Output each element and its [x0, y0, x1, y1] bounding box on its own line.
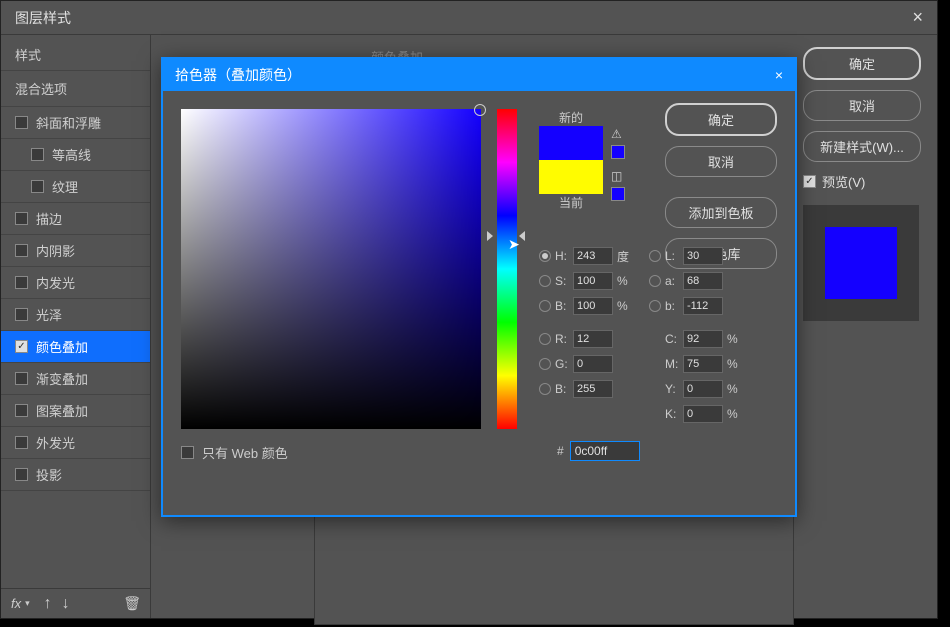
labb-field[interactable]: [683, 297, 723, 315]
picker-title: 拾色器（叠加颜色）: [175, 65, 301, 85]
close-icon[interactable]: ×: [775, 67, 783, 83]
sidebar-blend-options[interactable]: 混合选项: [1, 71, 150, 107]
preview-swatch: [803, 205, 919, 321]
k-field[interactable]: [683, 405, 723, 423]
checkbox-icon[interactable]: ✓: [803, 175, 816, 188]
color-picker-dialog: 拾色器（叠加颜色） × ➤ 新的 当前 ⚠ ◫: [161, 57, 797, 517]
sidebar-item-bevel[interactable]: 斜面和浮雕: [1, 107, 150, 139]
warnings: ⚠ ◫: [611, 127, 625, 201]
sv-cursor-icon: [474, 104, 486, 116]
m-field[interactable]: [683, 355, 723, 373]
radio-r[interactable]: [539, 333, 551, 345]
hex-row: #: [557, 441, 640, 461]
checkbox-icon[interactable]: ✓: [15, 340, 28, 353]
ok-button[interactable]: 确定: [803, 47, 921, 80]
radio-h[interactable]: [539, 250, 551, 262]
preview-color: [825, 227, 897, 299]
sidebar-item-inner-shadow[interactable]: 内阴影: [1, 235, 150, 267]
radio-lab-b[interactable]: [649, 300, 661, 312]
checkbox-icon[interactable]: [31, 180, 44, 193]
web-only-label: 只有 Web 颜色: [202, 443, 288, 462]
picker-title-bar: 拾色器（叠加颜色） ×: [163, 59, 795, 91]
sidebar-item-contour[interactable]: 等高线: [1, 139, 150, 171]
cancel-button[interactable]: 取消: [803, 90, 921, 121]
s-field[interactable]: [573, 272, 613, 290]
color-values-grid: H:度L: S:%a: B:%b: R:C:% G:M:% B:Y:% K:%: [539, 247, 745, 430]
radio-rgb-b[interactable]: [539, 383, 551, 395]
checkbox-icon[interactable]: [15, 372, 28, 385]
radio-l[interactable]: [649, 250, 661, 262]
right-buttons: 确定 取消 新建样式(W)... ✓ 预览(V): [803, 47, 921, 321]
websafe-swatch[interactable]: [611, 187, 625, 201]
checkbox-icon[interactable]: [15, 116, 28, 129]
layer-style-dialog: 图层样式 × 样式 混合选项 斜面和浮雕 等高线 纹理 描边 内阴影 内发光 光…: [0, 0, 938, 619]
sidebar-item-color-overlay[interactable]: ✓颜色叠加: [1, 331, 150, 363]
trash-icon[interactable]: 🗑: [123, 595, 141, 612]
preview-row[interactable]: ✓ 预览(V): [803, 172, 921, 191]
dialog-title: 图层样式: [15, 8, 71, 28]
r-field[interactable]: [573, 330, 613, 348]
sidebar-header: 样式: [1, 35, 150, 71]
cursor-icon: ➤: [508, 236, 520, 253]
picker-body: ➤ 新的 当前 ⚠ ◫ 确定 取消 添加到色板 颜色库 H:度L:: [163, 91, 795, 515]
hex-label: #: [557, 444, 564, 458]
add-swatch-button[interactable]: 添加到色板: [665, 197, 777, 228]
sidebar-item-pattern-overlay[interactable]: 图案叠加: [1, 395, 150, 427]
hex-field[interactable]: [570, 441, 640, 461]
checkbox-icon[interactable]: [15, 468, 28, 481]
radio-g[interactable]: [539, 358, 551, 370]
close-icon[interactable]: ×: [912, 7, 923, 28]
checkbox-icon[interactable]: [181, 446, 194, 459]
saturation-value-field[interactable]: [181, 109, 481, 429]
y-field[interactable]: [683, 380, 723, 398]
bottom-toolbar: fx ▾ ↑ ↓ 🗑: [1, 588, 151, 618]
preview-label: 预览(V): [822, 172, 865, 191]
hue-slider[interactable]: [497, 109, 517, 429]
new-label: 新的: [539, 109, 603, 126]
fx-icon[interactable]: fx: [11, 596, 21, 611]
checkbox-icon[interactable]: [15, 276, 28, 289]
title-bar: 图层样式 ×: [1, 1, 937, 35]
sidebar-item-stroke[interactable]: 描边: [1, 203, 150, 235]
picker-ok-button[interactable]: 确定: [665, 103, 777, 136]
arrow-down-icon[interactable]: ↓: [62, 595, 70, 613]
radio-b[interactable]: [539, 300, 551, 312]
current-label: 当前: [539, 194, 603, 211]
new-color-swatch[interactable]: [539, 126, 603, 160]
rgbb-field[interactable]: [573, 380, 613, 398]
h-field[interactable]: [573, 247, 613, 265]
web-only-row[interactable]: 只有 Web 颜色: [181, 443, 288, 462]
checkbox-icon[interactable]: [15, 436, 28, 449]
arrow-up-icon[interactable]: ↑: [44, 595, 52, 613]
styles-sidebar: 样式 混合选项 斜面和浮雕 等高线 纹理 描边 内阴影 内发光 光泽 ✓颜色叠加…: [1, 35, 151, 618]
radio-s[interactable]: [539, 275, 551, 287]
sidebar-item-outer-glow[interactable]: 外发光: [1, 427, 150, 459]
checkbox-icon[interactable]: [15, 308, 28, 321]
checkbox-icon[interactable]: [15, 244, 28, 257]
l-field[interactable]: [683, 247, 723, 265]
cube-icon[interactable]: ◫: [611, 169, 625, 183]
sidebar-item-inner-glow[interactable]: 内发光: [1, 267, 150, 299]
hue-arrow-left-icon: [487, 231, 493, 241]
checkbox-icon[interactable]: [31, 148, 44, 161]
color-compare: 新的 当前: [539, 109, 603, 211]
c-field[interactable]: [683, 330, 723, 348]
sidebar-item-gradient-overlay[interactable]: 渐变叠加: [1, 363, 150, 395]
sidebar-item-drop-shadow[interactable]: 投影: [1, 459, 150, 491]
a-field[interactable]: [683, 272, 723, 290]
checkbox-icon[interactable]: [15, 404, 28, 417]
current-color-swatch[interactable]: [539, 160, 603, 194]
checkbox-icon[interactable]: [15, 212, 28, 225]
bv-field[interactable]: [573, 297, 613, 315]
new-style-button[interactable]: 新建样式(W)...: [803, 131, 921, 162]
sidebar-item-texture[interactable]: 纹理: [1, 171, 150, 203]
radio-a[interactable]: [649, 275, 661, 287]
g-field[interactable]: [573, 355, 613, 373]
gamut-swatch[interactable]: [611, 145, 625, 159]
sidebar-item-satin[interactable]: 光泽: [1, 299, 150, 331]
chevron-down-icon[interactable]: ▾: [25, 598, 30, 609]
gamut-warning-icon[interactable]: ⚠: [611, 127, 625, 141]
picker-cancel-button[interactable]: 取消: [665, 146, 777, 177]
